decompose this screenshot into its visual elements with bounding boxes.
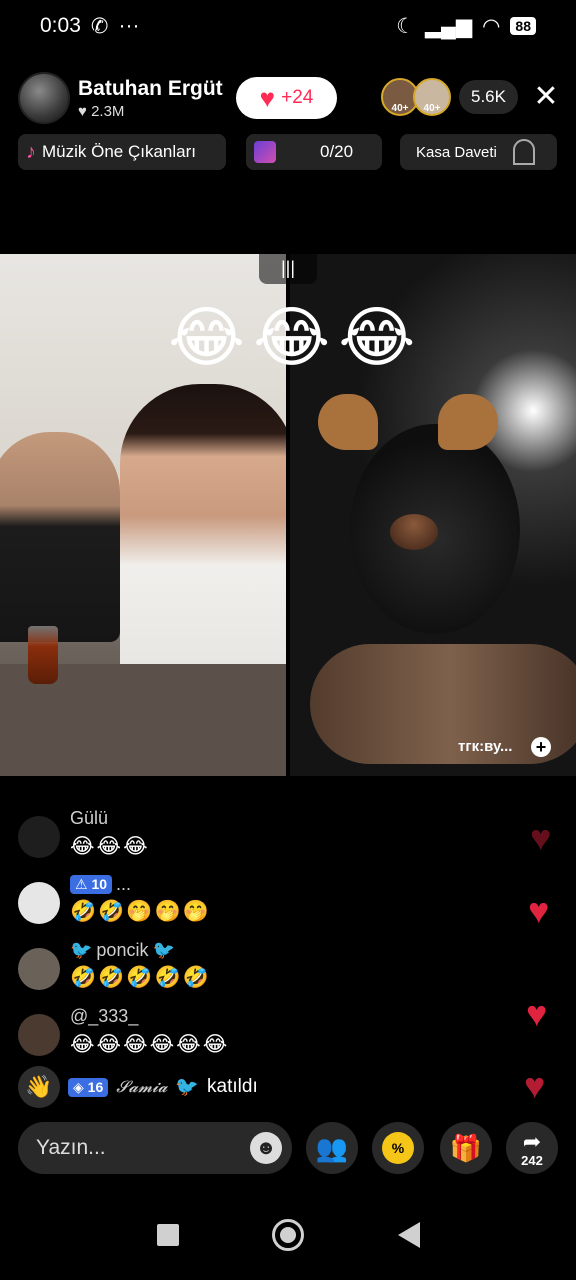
dog-ear-left <box>318 394 378 450</box>
host-avatar[interactable] <box>18 72 70 124</box>
level-icon: ⚠ <box>75 876 88 892</box>
cage-icon <box>512 139 535 165</box>
people-icon: 👥 <box>315 1132 349 1163</box>
wave-icon: 👋 <box>18 1066 60 1108</box>
dog-ear-right <box>438 394 498 450</box>
join-notification: 👋 ◈ 16 𝓢𝓪𝓶𝓲𝓪 🐦 katıldı <box>18 1066 258 1108</box>
signal-icon: ▂▄▆ <box>424 14 473 38</box>
music-highlights-pill[interactable]: ♪ Müzik Öne Çıkanları <box>18 134 226 170</box>
emoji-reaction: 😂😂😂 <box>168 300 424 374</box>
level-icon: ◈ <box>73 1078 84 1095</box>
promote-icon: % <box>382 1132 414 1164</box>
status-bar: 0:03 ✆ ··· ☾ ▂▄▆ ◠ 88 <box>0 0 576 52</box>
chat-avatar[interactable] <box>18 816 60 858</box>
level-badge: ⚠ 10 <box>70 875 113 894</box>
bird-icon: 🐦 <box>152 940 175 960</box>
home-icon[interactable] <box>272 1219 304 1251</box>
level-badge: ◈ 16 <box>68 1077 109 1097</box>
chat-text: 😂😂😂 <box>70 835 150 858</box>
moon-icon: ☾ <box>396 14 415 38</box>
join-username[interactable]: 𝓢𝓪𝓶𝓲𝓪 <box>116 1077 167 1097</box>
music-note-icon: ♪ <box>26 140 36 163</box>
battery-indicator: 88 <box>510 17 536 35</box>
follow-button[interactable]: ♥ +24 <box>236 77 337 119</box>
music-highlights-label: Müzik Öne Çıkanları <box>42 142 196 161</box>
chat-username[interactable]: Gülü <box>70 808 108 829</box>
join-text: katıldı <box>207 1076 258 1097</box>
add-guest-icon[interactable]: + <box>531 737 551 757</box>
viewer-avatar[interactable]: 40+ <box>413 78 451 116</box>
follow-count: +24 <box>281 87 314 108</box>
chat-message: @_333_ 😂😂😂😂😂😂 <box>18 1006 498 1062</box>
dog-nose <box>390 514 438 550</box>
recent-apps-icon[interactable] <box>157 1224 179 1246</box>
host-card[interactable]: Batuhan Ergüt ♥ 2.3M <box>18 72 223 124</box>
more-notifications-icon: ··· <box>118 14 140 37</box>
host-person <box>0 432 120 642</box>
tea-glass <box>28 626 58 684</box>
chat-avatar[interactable] <box>18 948 60 990</box>
chat-username: ... <box>116 874 132 894</box>
chat-username[interactable]: @_333_ <box>70 1006 138 1027</box>
multi-guest-button[interactable]: 👥 <box>306 1122 358 1174</box>
floating-heart-icon: ♥ <box>524 1065 546 1106</box>
heart-icon: ♥ <box>259 83 276 113</box>
chat-text: 🤣🤣🤭🤭🤭 <box>70 900 211 923</box>
chat-avatar[interactable] <box>18 882 60 924</box>
emoji-icon[interactable]: ☻ <box>250 1132 282 1164</box>
share-button[interactable]: ➦ 242 <box>506 1122 558 1174</box>
close-icon[interactable]: ✕ <box>531 82 561 112</box>
chat-avatar[interactable] <box>18 1014 60 1056</box>
system-nav-bar <box>0 1200 576 1280</box>
share-icon: ➦ <box>522 1128 542 1154</box>
promote-button[interactable]: % <box>372 1122 424 1174</box>
floating-heart-icon: ♥ <box>528 890 550 931</box>
chat-message: 🐦 poncik 🐦 🤣🤣🤣🤣🤣 <box>18 940 498 996</box>
comment-input[interactable]: Yazın... ☻ <box>18 1122 292 1174</box>
chat-username: poncik <box>96 940 149 960</box>
status-time: 0:03 <box>40 14 81 37</box>
chat-message: Gülü 😂😂😂 <box>18 808 498 864</box>
gift-icon: 🎁 <box>449 1132 483 1163</box>
wifi-icon: ◠ <box>482 14 501 38</box>
chat-username-row[interactable]: ⚠ 10 ... <box>70 874 131 895</box>
bird-icon: 🐦 <box>70 940 93 960</box>
chat-text: 😂😂😂😂😂😂 <box>70 1033 230 1056</box>
share-count: 242 <box>521 1152 543 1168</box>
goal-count: 0/20 <box>320 142 354 161</box>
host-likes: ♥ 2.3M <box>78 102 125 120</box>
whatsapp-icon: ✆ <box>90 14 109 38</box>
live-video-split[interactable]: ||| 😂😂😂 <box>0 254 576 776</box>
level-number: 10 <box>91 876 108 892</box>
split-handle-icon[interactable]: ||| <box>259 254 317 284</box>
box-invite-pill[interactable]: Kasa Daveti <box>400 134 557 170</box>
guest-name-label[interactable]: тгк:ву... <box>458 738 512 755</box>
top-viewers[interactable]: 40+ 40+ 5.6K <box>381 78 518 116</box>
comment-placeholder: Yazın... <box>36 1136 106 1159</box>
level-number: 16 <box>87 1078 104 1095</box>
back-icon[interactable] <box>398 1222 420 1248</box>
chat-message: ⚠ 10 ... 🤣🤣🤭🤭🤭 <box>18 874 498 930</box>
bird-icon: 🐦 <box>175 1077 200 1098</box>
goal-pill[interactable]: 0/20 <box>246 134 382 170</box>
gift-button[interactable]: 🎁 <box>440 1122 492 1174</box>
host-name[interactable]: Batuhan Ergüt <box>78 77 223 101</box>
viewer-count[interactable]: 5.6K <box>459 80 518 114</box>
floating-heart-icon: ♥ <box>526 993 548 1034</box>
live-header: Batuhan Ergüt ♥ 2.3M ♥ +24 40+ 40+ 5.6K … <box>18 72 563 124</box>
floating-heart-icon: ♥ <box>530 817 552 858</box>
chat-text: 🤣🤣🤣🤣🤣 <box>70 966 211 989</box>
goal-icon <box>254 141 276 163</box>
chat-username-row[interactable]: 🐦 poncik 🐦 <box>70 940 175 961</box>
box-invite-label: Kasa Daveti <box>416 143 497 161</box>
